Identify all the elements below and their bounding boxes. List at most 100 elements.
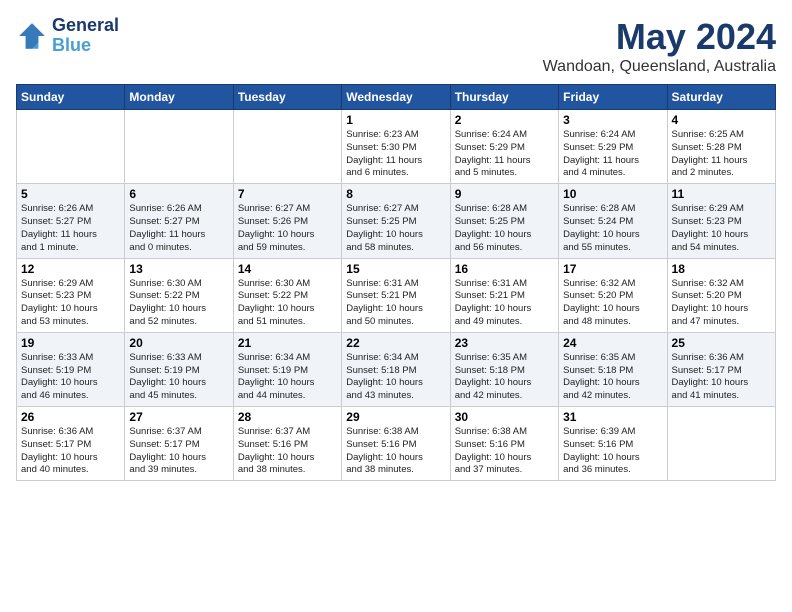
calendar-cell: 6Sunrise: 6:26 AM Sunset: 5:27 PM Daylig… <box>125 184 233 258</box>
calendar-cell <box>233 110 341 184</box>
calendar-cell: 30Sunrise: 6:38 AM Sunset: 5:16 PM Dayli… <box>450 407 558 481</box>
day-number: 17 <box>563 262 662 276</box>
calendar-cell: 28Sunrise: 6:37 AM Sunset: 5:16 PM Dayli… <box>233 407 341 481</box>
calendar-table: SundayMondayTuesdayWednesdayThursdayFrid… <box>16 84 776 481</box>
calendar-cell: 18 Sunrise: 6:32 AM Sunset: 5:20 PM Dayli… <box>667 258 775 332</box>
day-info: Sunrise: 6:33 AM Sunset: 5:19 PM Dayligh… <box>21 352 120 403</box>
day-info: Sunrise: 6:32 AM Sunset: 5:20 PM Dayligh… <box>672 278 771 329</box>
day-number: 26 <box>21 410 120 424</box>
calendar-cell: 20 Sunrise: 6:33 AM Sunset: 5:19 PM Dayli… <box>125 332 233 406</box>
day-number: 10 <box>563 187 662 201</box>
day-number: 3 <box>563 113 662 127</box>
day-number: 24 <box>563 336 662 350</box>
calendar-cell: 25 Sunrise: 6:36 AM Sunset: 5:17 PM Dayli… <box>667 332 775 406</box>
day-number: 18 <box>672 262 771 276</box>
day-number: 8 <box>346 187 445 201</box>
month-title: May 2024 <box>543 16 776 58</box>
day-number: 9 <box>455 187 554 201</box>
day-number: 19 <box>21 336 120 350</box>
day-number: 15 <box>346 262 445 276</box>
day-number: 13 <box>129 262 228 276</box>
day-info: Sunrise: 6:34 AM Sunset: 5:18 PM Dayligh… <box>346 352 445 403</box>
calendar-cell: 7 Sunrise: 6:27 AM Sunset: 5:26 PM Daylig… <box>233 184 341 258</box>
calendar-week-row: 12 Sunrise: 6:29 AM Sunset: 5:23 PM Dayli… <box>17 258 776 332</box>
day-info: Sunrise: 6:35 AM Sunset: 5:18 PM Dayligh… <box>563 352 662 403</box>
day-number: 20 <box>129 336 228 350</box>
day-number: 22 <box>346 336 445 350</box>
calendar-cell: 1 Sunrise: 6:23 AM Sunset: 5:30 PM Daylig… <box>342 110 450 184</box>
calendar-cell: 3Sunrise: 6:24 AM Sunset: 5:29 PM Daylig… <box>559 110 667 184</box>
day-info: Sunrise: 6:31 AM Sunset: 5:21 PM Dayligh… <box>455 278 554 329</box>
day-number: 1 <box>346 113 445 127</box>
logo-icon <box>16 20 48 52</box>
location-title: Wandoan, Queensland, Australia <box>543 58 776 76</box>
calendar-cell: 15 Sunrise: 6:31 AM Sunset: 5:21 PM Dayli… <box>342 258 450 332</box>
calendar-cell <box>17 110 125 184</box>
day-number: 16 <box>455 262 554 276</box>
column-header-thursday: Thursday <box>450 85 558 110</box>
day-number: 14 <box>238 262 337 276</box>
day-number: 29 <box>346 410 445 424</box>
day-number: 7 <box>238 187 337 201</box>
day-info: Sunrise: 6:36 AM Sunset: 5:17 PM Dayligh… <box>672 352 771 403</box>
day-info: Sunrise: 6:33 AM Sunset: 5:19 PM Dayligh… <box>129 352 228 403</box>
calendar-week-row: 19 Sunrise: 6:33 AM Sunset: 5:19 PM Dayli… <box>17 332 776 406</box>
day-info: Sunrise: 6:23 AM Sunset: 5:30 PM Dayligh… <box>346 129 445 180</box>
calendar-cell: 21Sunrise: 6:34 AM Sunset: 5:19 PM Dayli… <box>233 332 341 406</box>
calendar-cell: 14 Sunrise: 6:30 AM Sunset: 5:22 PM Dayli… <box>233 258 341 332</box>
day-info: Sunrise: 6:28 AM Sunset: 5:24 PM Dayligh… <box>563 203 662 254</box>
column-header-wednesday: Wednesday <box>342 85 450 110</box>
day-number: 2 <box>455 113 554 127</box>
day-info: Sunrise: 6:38 AM Sunset: 5:16 PM Dayligh… <box>346 426 445 477</box>
calendar-cell <box>125 110 233 184</box>
calendar-cell: 26 Sunrise: 6:36 AM Sunset: 5:17 PM Dayli… <box>17 407 125 481</box>
day-info: Sunrise: 6:27 AM Sunset: 5:25 PM Dayligh… <box>346 203 445 254</box>
day-number: 5 <box>21 187 120 201</box>
day-info: Sunrise: 6:29 AM Sunset: 5:23 PM Dayligh… <box>672 203 771 254</box>
logo-text: GeneralBlue <box>52 16 119 56</box>
day-info: Sunrise: 6:35 AM Sunset: 5:18 PM Dayligh… <box>455 352 554 403</box>
calendar-cell: 10 Sunrise: 6:28 AM Sunset: 5:24 PM Dayli… <box>559 184 667 258</box>
calendar-week-row: 5 Sunrise: 6:26 AM Sunset: 5:27 PM Daylig… <box>17 184 776 258</box>
day-info: Sunrise: 6:27 AM Sunset: 5:26 PM Dayligh… <box>238 203 337 254</box>
calendar-cell: 19 Sunrise: 6:33 AM Sunset: 5:19 PM Dayli… <box>17 332 125 406</box>
day-info: Sunrise: 6:31 AM Sunset: 5:21 PM Dayligh… <box>346 278 445 329</box>
calendar-cell: 24 Sunrise: 6:35 AM Sunset: 5:18 PM Dayli… <box>559 332 667 406</box>
calendar-cell: 8 Sunrise: 6:27 AM Sunset: 5:25 PM Daylig… <box>342 184 450 258</box>
calendar-cell: 13Sunrise: 6:30 AM Sunset: 5:22 PM Dayli… <box>125 258 233 332</box>
logo: GeneralBlue <box>16 16 119 56</box>
column-header-tuesday: Tuesday <box>233 85 341 110</box>
calendar-cell <box>667 407 775 481</box>
day-info: Sunrise: 6:29 AM Sunset: 5:23 PM Dayligh… <box>21 278 120 329</box>
day-info: Sunrise: 6:25 AM Sunset: 5:28 PM Dayligh… <box>672 129 771 180</box>
title-block: May 2024 Wandoan, Queensland, Australia <box>543 16 776 76</box>
calendar-cell: 16 Sunrise: 6:31 AM Sunset: 5:21 PM Dayli… <box>450 258 558 332</box>
calendar-cell: 9 Sunrise: 6:28 AM Sunset: 5:25 PM Daylig… <box>450 184 558 258</box>
column-header-sunday: Sunday <box>17 85 125 110</box>
day-info: Sunrise: 6:26 AM Sunset: 5:27 PM Dayligh… <box>21 203 120 254</box>
day-number: 6 <box>129 187 228 201</box>
calendar-cell: 23Sunrise: 6:35 AM Sunset: 5:18 PM Dayli… <box>450 332 558 406</box>
calendar-header-row: SundayMondayTuesdayWednesdayThursdayFrid… <box>17 85 776 110</box>
calendar-cell: 22 Sunrise: 6:34 AM Sunset: 5:18 PM Dayli… <box>342 332 450 406</box>
day-info: Sunrise: 6:24 AM Sunset: 5:29 PM Dayligh… <box>455 129 554 180</box>
day-number: 12 <box>21 262 120 276</box>
day-info: Sunrise: 6:30 AM Sunset: 5:22 PM Dayligh… <box>238 278 337 329</box>
day-number: 4 <box>672 113 771 127</box>
day-info: Sunrise: 6:28 AM Sunset: 5:25 PM Dayligh… <box>455 203 554 254</box>
day-number: 25 <box>672 336 771 350</box>
day-info: Sunrise: 6:39 AM Sunset: 5:16 PM Dayligh… <box>563 426 662 477</box>
day-info: Sunrise: 6:36 AM Sunset: 5:17 PM Dayligh… <box>21 426 120 477</box>
day-number: 30 <box>455 410 554 424</box>
calendar-cell: 27Sunrise: 6:37 AM Sunset: 5:17 PM Dayli… <box>125 407 233 481</box>
calendar-cell: 29 Sunrise: 6:38 AM Sunset: 5:16 PM Dayli… <box>342 407 450 481</box>
column-header-monday: Monday <box>125 85 233 110</box>
calendar-cell: 5 Sunrise: 6:26 AM Sunset: 5:27 PM Daylig… <box>17 184 125 258</box>
calendar-week-row: 1 Sunrise: 6:23 AM Sunset: 5:30 PM Daylig… <box>17 110 776 184</box>
calendar-cell: 17Sunrise: 6:32 AM Sunset: 5:20 PM Dayli… <box>559 258 667 332</box>
column-header-saturday: Saturday <box>667 85 775 110</box>
calendar-cell: 4 Sunrise: 6:25 AM Sunset: 5:28 PM Daylig… <box>667 110 775 184</box>
calendar-week-row: 26 Sunrise: 6:36 AM Sunset: 5:17 PM Dayli… <box>17 407 776 481</box>
calendar-cell: 12 Sunrise: 6:29 AM Sunset: 5:23 PM Dayli… <box>17 258 125 332</box>
day-info: Sunrise: 6:37 AM Sunset: 5:17 PM Dayligh… <box>129 426 228 477</box>
